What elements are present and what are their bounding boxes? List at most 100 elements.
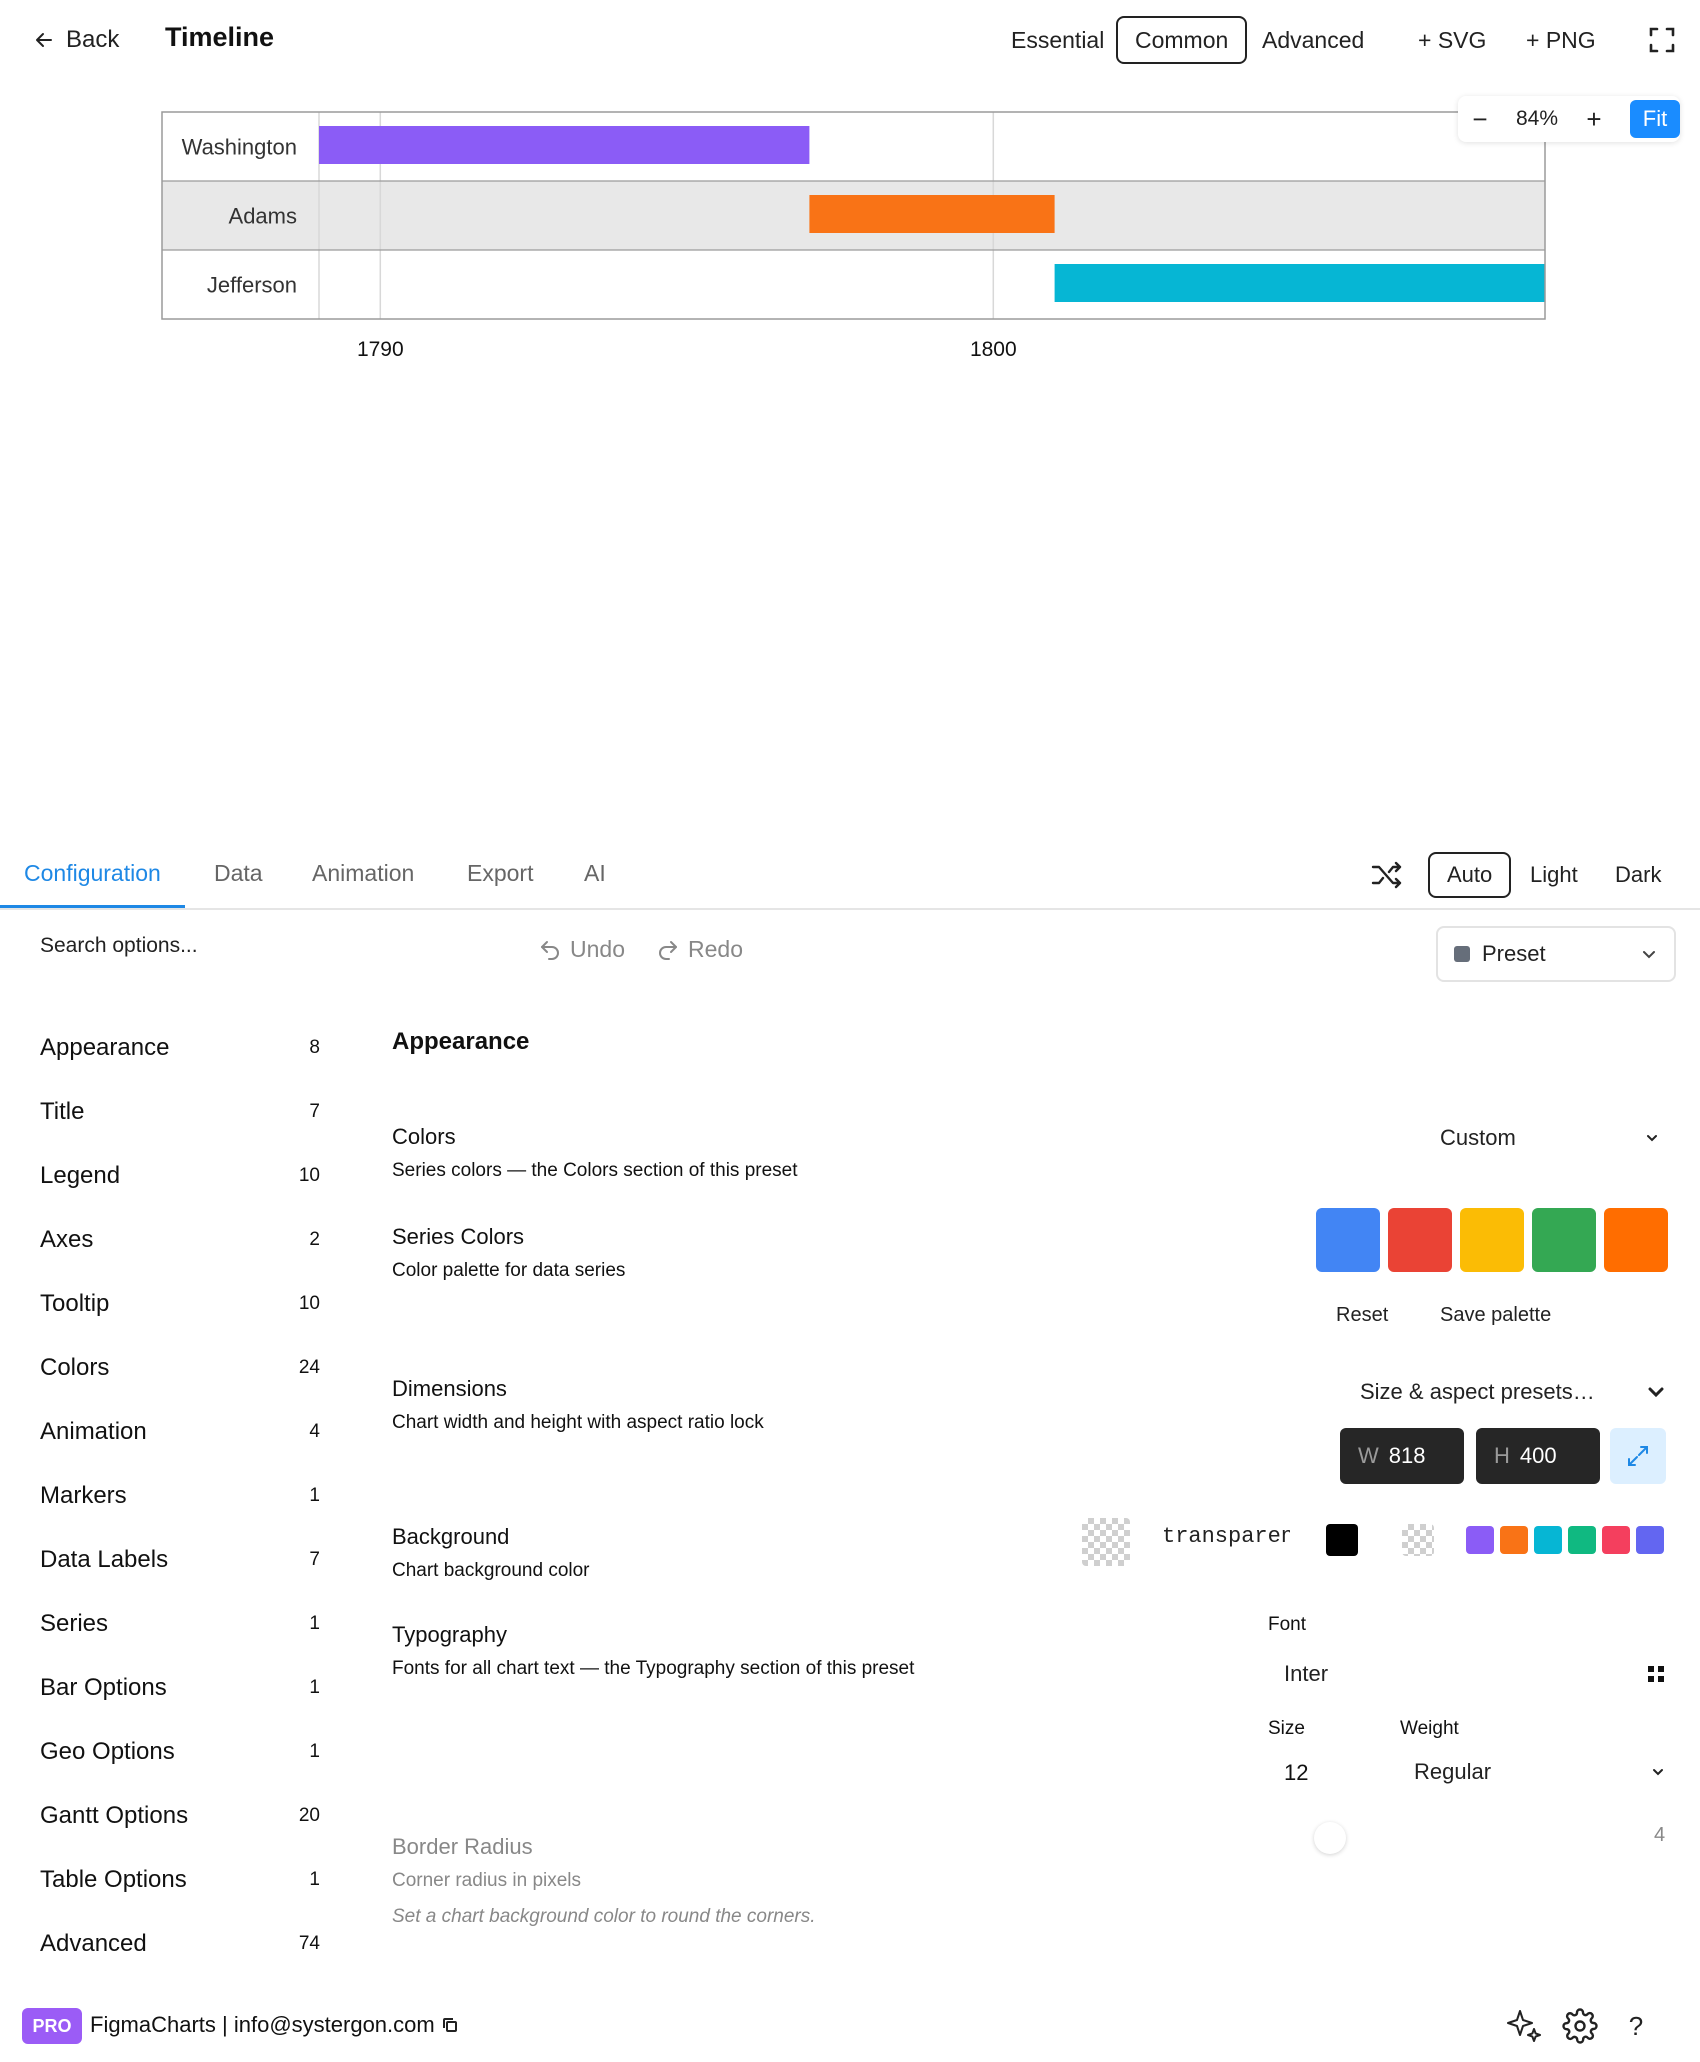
back-button[interactable]: Back (32, 20, 119, 60)
shuffle-icon[interactable] (1370, 858, 1404, 892)
tab-ai[interactable]: AI (584, 860, 606, 908)
mode-advanced[interactable]: Advanced (1243, 16, 1383, 64)
height-field[interactable]: H 400 (1476, 1428, 1600, 1484)
redo-button[interactable]: Redo (656, 936, 743, 963)
fullscreen-icon[interactable] (1648, 26, 1676, 54)
sidebar-item-count: 2 (309, 1229, 320, 1250)
help-icon[interactable]: ? (1616, 2006, 1656, 2046)
sidebar-item-count: 20 (298, 1805, 320, 1826)
category-label: Washington (182, 135, 297, 160)
size-label: Size (1268, 1718, 1305, 1739)
tab-export[interactable]: Export (467, 860, 533, 908)
series-colors-desc: Color palette for data series (392, 1260, 626, 1281)
x-tick-label: 1790 (357, 338, 404, 360)
dimensions-title: Dimensions (392, 1376, 507, 1401)
theme-dark[interactable]: Dark (1596, 852, 1680, 898)
background-black-swatch[interactable] (1326, 1524, 1358, 1556)
search-options-input[interactable] (40, 926, 480, 966)
series-color-swatch[interactable] (1460, 1208, 1524, 1272)
expand-icon (1628, 1446, 1648, 1466)
export-png-button[interactable]: + PNG (1526, 20, 1596, 60)
font-select[interactable]: Inter (1284, 1654, 1666, 1694)
width-field[interactable]: W 818 (1340, 1428, 1464, 1484)
chevron-down-icon (1653, 1769, 1663, 1776)
arrow-left-icon (36, 33, 52, 47)
tab-data[interactable]: Data (214, 860, 263, 908)
zoom-in-button[interactable]: + (1572, 96, 1616, 142)
font-size-input[interactable]: 12 (1284, 1760, 1380, 1786)
zoom-out-button[interactable]: − (1458, 96, 1502, 142)
zoom-fit-button[interactable]: Fit (1630, 100, 1680, 138)
sidebar-item-label: Axes (40, 1226, 94, 1253)
border-radius-title: Border Radius (392, 1834, 533, 1859)
sidebar-item-geo-options[interactable]: Geo Options 1 (40, 1732, 320, 1772)
series-color-swatch[interactable] (1532, 1208, 1596, 1272)
border-radius-slider[interactable] (1314, 1822, 1346, 1854)
export-svg-button[interactable]: + SVG (1418, 20, 1486, 60)
sidebar-item-table-options[interactable]: Table Options 1 (40, 1860, 320, 1900)
sidebar-item-title[interactable]: Title 7 (40, 1092, 320, 1132)
mode-essential[interactable]: Essential (992, 16, 1123, 64)
sidebar-item-bar-options[interactable]: Bar Options 1 (40, 1668, 320, 1708)
sidebar-item-advanced[interactable]: Advanced 74 (40, 1924, 320, 1964)
background-transparent-swatch[interactable] (1402, 1524, 1434, 1556)
border-radius-hint: Set a chart background color to round th… (392, 1906, 816, 1927)
gear-icon[interactable] (1560, 2006, 1600, 2046)
background-quick-swatch[interactable] (1568, 1526, 1596, 1554)
colors-desc: Series colors — the Colors section of th… (392, 1160, 798, 1181)
copy-icon[interactable] (441, 2016, 459, 2034)
weight-value: Regular (1414, 1759, 1492, 1784)
sidebar-item-tooltip[interactable]: Tooltip 10 (40, 1284, 320, 1324)
sidebar-item-series[interactable]: Series 1 (40, 1604, 320, 1644)
sidebar-item-label: Series (40, 1610, 109, 1637)
background-quick-swatch[interactable] (1534, 1526, 1562, 1554)
background-quick-swatch[interactable] (1636, 1526, 1664, 1554)
reset-palette-button[interactable]: Reset (1336, 1304, 1388, 1327)
theme-light[interactable]: Light (1511, 852, 1597, 898)
background-color-preview[interactable] (1082, 1518, 1130, 1566)
save-palette-button[interactable]: Save palette (1440, 1304, 1551, 1327)
theme-auto[interactable]: Auto (1428, 852, 1512, 898)
weight-select[interactable]: Regular (1414, 1752, 1666, 1792)
sidebar-item-label: Geo Options (40, 1738, 175, 1765)
undo-button[interactable]: Undo (538, 936, 625, 963)
sidebar-item-label: Gantt Options (40, 1802, 189, 1829)
colors-title: Colors (392, 1124, 456, 1149)
sidebar-item-count: 8 (309, 1037, 320, 1058)
background-quick-swatch[interactable] (1602, 1526, 1630, 1554)
series-color-swatch[interactable] (1604, 1208, 1668, 1272)
sidebar-item-count: 1 (309, 1869, 320, 1890)
border-radius-desc: Corner radius in pixels (392, 1870, 582, 1891)
sparkle-icon[interactable] (1504, 2006, 1544, 2046)
sidebar-item-colors[interactable]: Colors 24 (40, 1348, 320, 1388)
series-color-swatch[interactable] (1388, 1208, 1452, 1272)
sidebar-item-markers[interactable]: Markers 1 (40, 1476, 320, 1516)
sidebar-item-label: Bar Options (40, 1674, 167, 1701)
chevron-down-icon (1648, 1387, 1664, 1398)
series-color-swatch[interactable] (1316, 1208, 1380, 1272)
sidebar-item-gantt-options[interactable]: Gantt Options 20 (40, 1796, 320, 1836)
sidebar-item-count: 7 (309, 1549, 320, 1570)
font-value: Inter (1284, 1661, 1329, 1686)
sidebar-item-appearance[interactable]: Appearance 8 (40, 1028, 320, 1068)
border-radius-value: 4 (1654, 1824, 1666, 1846)
aspect-lock-button[interactable] (1610, 1428, 1666, 1484)
background-color-input[interactable] (1162, 1518, 1290, 1554)
preset-select[interactable]: Preset (1436, 926, 1676, 982)
tab-animation[interactable]: Animation (312, 860, 414, 908)
sidebar-item-data-labels[interactable]: Data Labels 7 (40, 1540, 320, 1580)
mode-common[interactable]: Common (1116, 16, 1248, 64)
tab-configuration[interactable]: Configuration (0, 860, 185, 908)
section-title: Appearance (392, 1028, 530, 1055)
colors-select[interactable]: Custom (1440, 1118, 1660, 1158)
size-presets-select[interactable]: Size & aspect presets… (1360, 1372, 1666, 1412)
sidebar-item-label: Table Options (40, 1866, 187, 1893)
dimensions-desc: Chart width and height with aspect ratio… (392, 1412, 764, 1433)
undo-label: Undo (570, 936, 625, 962)
background-quick-swatch[interactable] (1466, 1526, 1494, 1554)
category-label: Jefferson (207, 273, 297, 298)
sidebar-item-axes[interactable]: Axes 2 (40, 1220, 320, 1260)
sidebar-item-legend[interactable]: Legend 10 (40, 1156, 320, 1196)
background-quick-swatch[interactable] (1500, 1526, 1528, 1554)
sidebar-item-animation[interactable]: Animation 4 (40, 1412, 320, 1452)
